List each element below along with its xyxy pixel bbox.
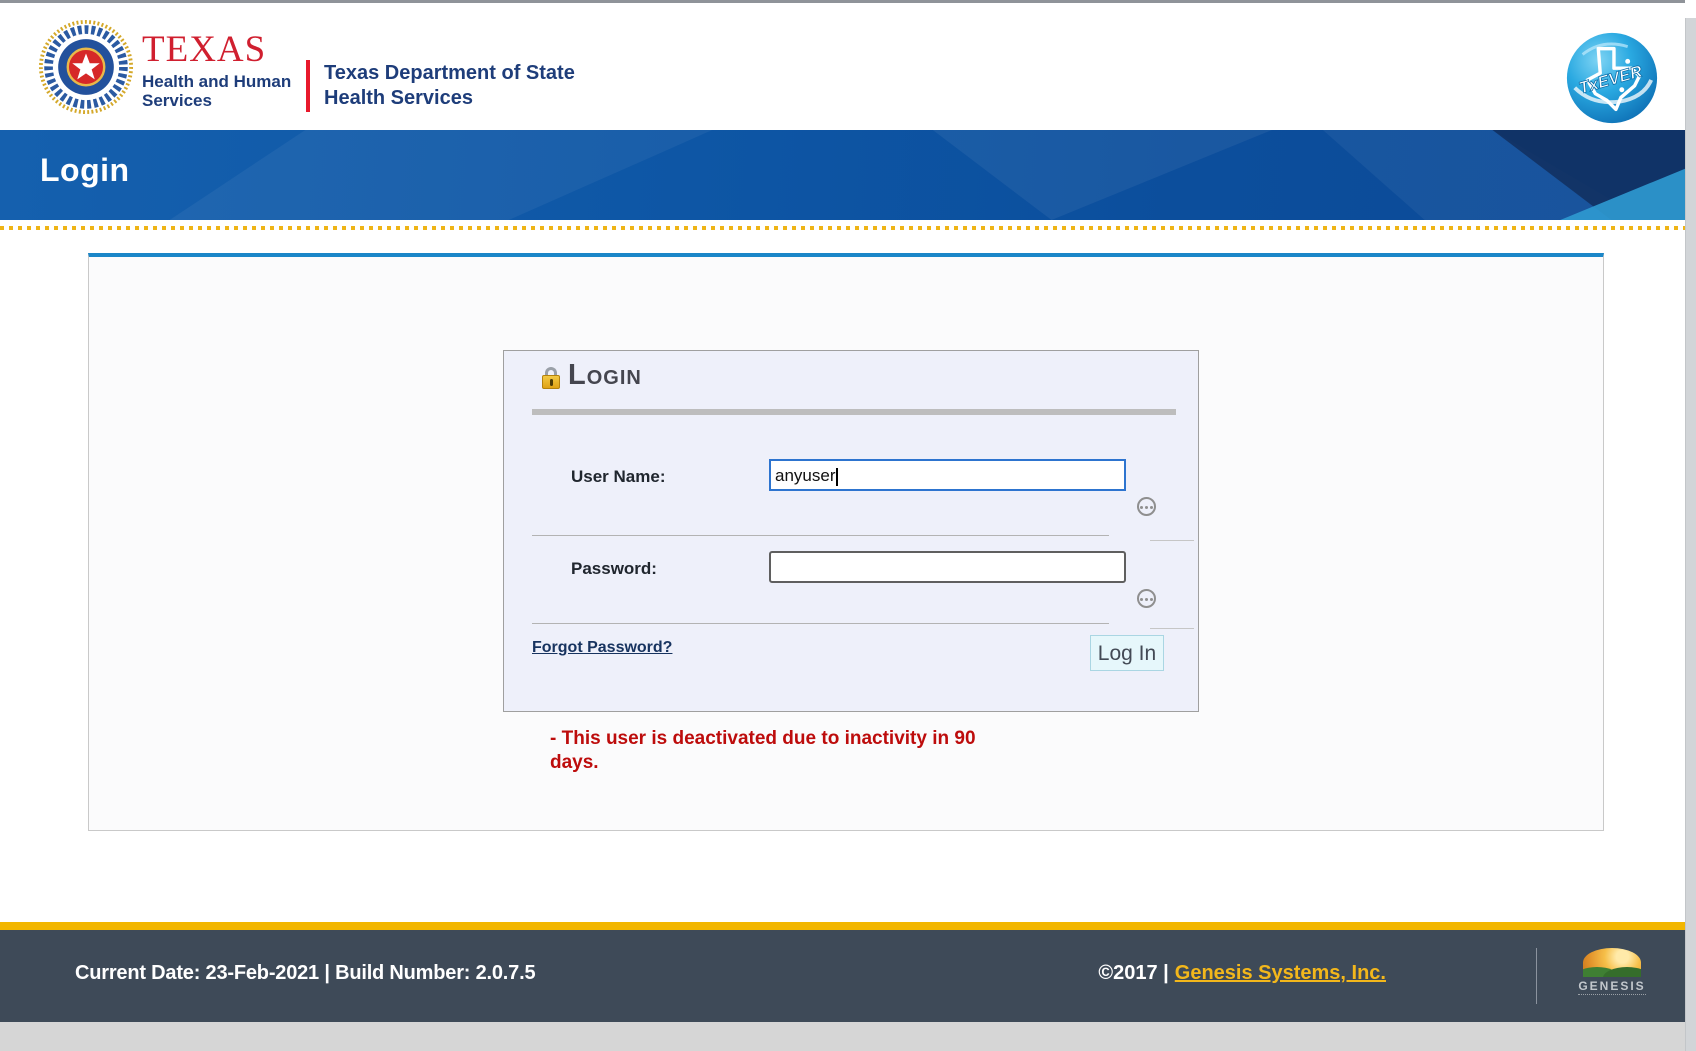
field-separator (532, 535, 1109, 536)
vertical-scrollbar[interactable] (1685, 0, 1696, 1051)
agency-sub-line2: Services (142, 91, 291, 110)
field-separator (1150, 628, 1194, 629)
text-caret (836, 468, 838, 486)
dept-line1: Texas Department of State (324, 61, 575, 86)
genesis-logo: GENESIS (1572, 948, 1652, 1004)
footer-copyright: ©2017 | (1098, 962, 1168, 984)
header-divider (306, 60, 310, 112)
site-header: TEXAS Health and Human Services Texas De… (0, 0, 1696, 130)
forgot-password-link[interactable]: Forgot Password? (532, 639, 672, 657)
footer-gold-bar (0, 922, 1696, 930)
field-separator (1150, 540, 1194, 541)
txever-logo-icon: TxEVER (1563, 29, 1661, 127)
page-bottom-strip (0, 1022, 1696, 1051)
dept-line2: Health Services (324, 86, 575, 111)
agency-brand: TEXAS Health and Human Services (142, 31, 291, 110)
genesis-sunrise-icon (1583, 948, 1641, 977)
gold-dotted-rule (0, 226, 1696, 230)
password-status-ring-icon (1137, 589, 1156, 608)
password-input[interactable] (769, 551, 1126, 583)
login-page: TEXAS Health and Human Services Texas De… (0, 0, 1696, 1051)
genesis-logo-text: GENESIS (1578, 979, 1645, 995)
genesis-systems-link[interactable]: Genesis Systems, Inc. (1175, 962, 1386, 984)
username-input[interactable]: anyuser (769, 459, 1126, 491)
content-panel: Login User Name: anyuser Password: Forgo… (88, 253, 1604, 831)
username-label: User Name: (571, 467, 666, 487)
footer-status-line: Current Date: 23-Feb-2021 | Build Number… (75, 962, 535, 985)
department-title: Texas Department of State Health Service… (324, 61, 575, 111)
scrollbar-thumb[interactable] (1685, 18, 1696, 1051)
username-value: anyuser (775, 466, 835, 485)
password-label: Password: (571, 559, 657, 579)
field-separator (532, 623, 1109, 624)
page-banner: Login (0, 130, 1696, 220)
username-status-ring-icon (1137, 497, 1156, 516)
agency-sub-line1: Health and Human (142, 72, 291, 91)
footer-divider (1536, 948, 1537, 1004)
log-in-button[interactable]: Log In (1090, 635, 1164, 671)
site-footer: Current Date: 23-Feb-2021 | Build Number… (0, 930, 1696, 1022)
page-title: Login (40, 152, 130, 189)
lock-icon (542, 367, 560, 391)
agency-name: TEXAS (142, 31, 291, 69)
error-message: - This user is deactivated due to inacti… (550, 727, 1028, 775)
login-card: Login User Name: anyuser Password: Forgo… (503, 350, 1199, 712)
login-card-heading: Login (568, 359, 642, 392)
heading-rule (532, 409, 1176, 415)
texas-hhs-seal-icon (38, 19, 134, 115)
